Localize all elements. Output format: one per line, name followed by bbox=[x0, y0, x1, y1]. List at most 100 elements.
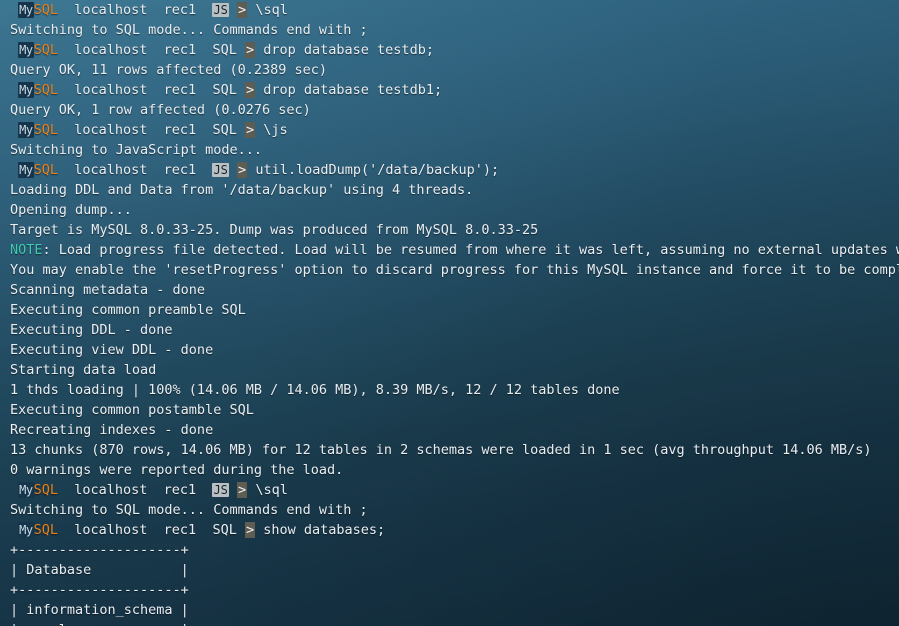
terminal-prompt-line[interactable]: MySQL localhost rec1 SQL > drop database… bbox=[10, 40, 899, 60]
prompt-space-1 bbox=[58, 42, 74, 58]
output-text: Target is MySQL 8.0.33-25. Dump was prod… bbox=[10, 222, 539, 238]
prompt-host: localhost bbox=[74, 122, 148, 138]
mysql-brand-badge-icon: My bbox=[18, 162, 34, 178]
terminal-output-line: Query OK, 1 row affected (0.0276 sec) bbox=[10, 100, 899, 120]
prompt-caret-icon: > bbox=[244, 122, 256, 138]
terminal-output-line: Switching to SQL mode... Commands end wi… bbox=[10, 500, 899, 520]
prompt-space-2 bbox=[147, 162, 163, 178]
prompt-space-1 bbox=[58, 482, 74, 498]
terminal-command-text[interactable]: drop database testdb1; bbox=[263, 82, 442, 98]
prompt-schema: rec1 bbox=[163, 42, 197, 58]
mysql-brand-label: SQL bbox=[33, 2, 58, 18]
terminal-output-line: Opening dump... bbox=[10, 200, 899, 220]
output-text: | information_schema | bbox=[10, 602, 189, 618]
terminal-command-text[interactable]: \sql bbox=[255, 2, 288, 18]
prompt-schema: rec1 bbox=[163, 522, 197, 538]
prompt-space-4 bbox=[237, 42, 245, 58]
terminal-output-line: +--------------------+ bbox=[10, 540, 899, 560]
prompt-indent bbox=[10, 82, 18, 98]
prompt-space-2 bbox=[147, 2, 163, 18]
mysql-brand-badge-icon: My bbox=[18, 2, 34, 18]
prompt-schema: rec1 bbox=[163, 162, 197, 178]
terminal-window[interactable]: MySQL localhost rec1 JS > \sql Switching … bbox=[0, 0, 899, 626]
mysql-brand-badge-icon: My bbox=[18, 42, 34, 58]
output-text: Starting data load bbox=[10, 362, 157, 378]
terminal-command-text[interactable]: show databases; bbox=[263, 522, 385, 538]
terminal-prompt-line[interactable]: MySQL localhost rec1 SQL > \js bbox=[10, 120, 899, 140]
prompt-host: localhost bbox=[74, 522, 148, 538]
prompt-space-1 bbox=[58, 522, 74, 538]
prompt-mode-indicator[interactable]: SQL bbox=[212, 122, 236, 138]
prompt-mode-indicator[interactable]: SQL bbox=[212, 522, 236, 538]
terminal-output-line: | information_schema | bbox=[10, 600, 899, 620]
terminal-output-line: Starting data load bbox=[10, 360, 899, 380]
prompt-host: localhost bbox=[74, 42, 148, 58]
output-text: Recreating indexes - done bbox=[10, 422, 214, 438]
prompt-space-1 bbox=[58, 162, 74, 178]
prompt-caret-icon: > bbox=[237, 482, 248, 498]
mysql-brand-label: SQL bbox=[33, 482, 58, 498]
prompt-schema: rec1 bbox=[163, 2, 197, 18]
output-text: Executing view DDL - done bbox=[10, 342, 214, 358]
output-text: 0 warnings were reported during the load… bbox=[10, 462, 344, 478]
prompt-caret-icon: > bbox=[237, 162, 248, 178]
output-text: Loading DDL and Data from '/data/backup'… bbox=[10, 182, 474, 198]
prompt-mode-indicator[interactable]: SQL bbox=[212, 42, 236, 58]
terminal-prompt-line[interactable]: MySQL localhost rec1 JS > util.loadDump(… bbox=[10, 160, 899, 180]
terminal-output-line: Executing common postamble SQL bbox=[10, 400, 899, 420]
terminal-prompt-line[interactable]: MySQL localhost rec1 SQL > drop database… bbox=[10, 80, 899, 100]
prompt-space-3 bbox=[196, 122, 212, 138]
prompt-space-3 bbox=[196, 482, 212, 498]
terminal-command-text[interactable]: \sql bbox=[255, 482, 288, 498]
terminal-command-text[interactable]: util.loadDump('/data/backup'); bbox=[255, 162, 499, 178]
prompt-space-4 bbox=[237, 522, 245, 538]
terminal-output-line: Loading DDL and Data from '/data/backup'… bbox=[10, 180, 899, 200]
prompt-space-1 bbox=[58, 82, 74, 98]
mysql-brand-label: SQL bbox=[33, 122, 58, 138]
prompt-caret-icon: > bbox=[244, 42, 256, 58]
prompt-space-1 bbox=[58, 122, 74, 138]
terminal-output-line: 1 thds loading | 100% (14.06 MB / 14.06 … bbox=[10, 380, 899, 400]
terminal-output-line: | mysql | bbox=[10, 620, 899, 626]
terminal-output-line: +--------------------+ bbox=[10, 580, 899, 600]
terminal-prompt-line[interactable]: MySQL localhost rec1 JS > \sql bbox=[10, 480, 899, 500]
prompt-schema: rec1 bbox=[163, 482, 197, 498]
prompt-space-1 bbox=[58, 2, 74, 18]
output-text: You may enable the 'resetProgress' optio… bbox=[10, 262, 899, 278]
prompt-indent bbox=[10, 2, 18, 18]
output-text: | mysql | bbox=[10, 622, 189, 626]
prompt-space-4 bbox=[229, 162, 237, 178]
prompt-mode-indicator[interactable]: SQL bbox=[212, 82, 236, 98]
terminal-command-text[interactable]: drop database testdb; bbox=[263, 42, 434, 58]
prompt-host: localhost bbox=[74, 482, 148, 498]
mysql-brand-label: SQL bbox=[33, 522, 58, 538]
terminal-output-line: Executing DDL - done bbox=[10, 320, 899, 340]
terminal-output-line: Recreating indexes - done bbox=[10, 420, 899, 440]
prompt-space-4 bbox=[229, 2, 237, 18]
terminal-prompt-line[interactable]: MySQL localhost rec1 SQL > show database… bbox=[10, 520, 899, 540]
mysql-brand-label: SQL bbox=[33, 162, 58, 178]
prompt-schema: rec1 bbox=[163, 122, 197, 138]
terminal-prompt-line[interactable]: MySQL localhost rec1 JS > \sql bbox=[10, 0, 899, 20]
output-text: Switching to JavaScript mode... bbox=[10, 142, 262, 158]
prompt-caret-icon: > bbox=[244, 82, 256, 98]
prompt-space-3 bbox=[196, 522, 212, 538]
terminal-output-line: Scanning metadata - done bbox=[10, 280, 899, 300]
prompt-space-3 bbox=[196, 42, 212, 58]
prompt-mode-indicator[interactable]: JS bbox=[212, 163, 229, 177]
terminal-output-line: Executing common preamble SQL bbox=[10, 300, 899, 320]
terminal-output-line: 0 warnings were reported during the load… bbox=[10, 460, 899, 480]
terminal-output-line: Switching to JavaScript mode... bbox=[10, 140, 899, 160]
prompt-mode-indicator[interactable]: JS bbox=[212, 483, 229, 497]
output-text: Executing common postamble SQL bbox=[10, 402, 254, 418]
prompt-indent bbox=[10, 42, 18, 58]
prompt-caret-icon: > bbox=[237, 2, 248, 18]
prompt-space-2 bbox=[147, 522, 163, 538]
terminal-command-text[interactable]: \js bbox=[263, 122, 287, 138]
prompt-indent bbox=[10, 522, 18, 538]
prompt-mode-indicator[interactable]: JS bbox=[212, 3, 229, 17]
mysql-brand-badge-icon: My bbox=[18, 482, 34, 498]
terminal-output-line: You may enable the 'resetProgress' optio… bbox=[10, 260, 899, 280]
terminal-screen[interactable]: MySQL localhost rec1 JS > \sql Switching … bbox=[0, 0, 899, 626]
prompt-space-2 bbox=[147, 122, 163, 138]
